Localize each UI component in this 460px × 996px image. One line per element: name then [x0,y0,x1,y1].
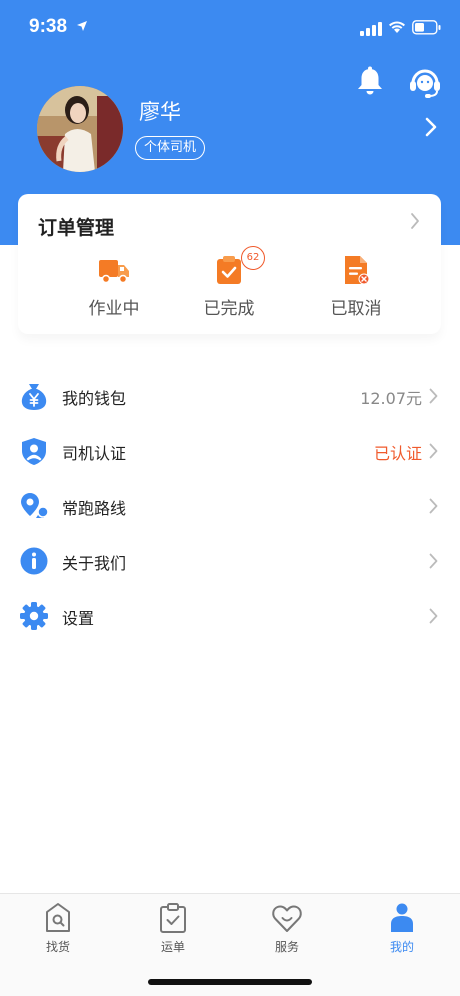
avatar[interactable] [37,86,123,172]
person-icon [391,903,413,932]
menu-item-frequent-routes[interactable]: 常跑路线 [0,478,460,533]
route-pin-icon [21,493,49,518]
chevron-right-icon [429,443,438,459]
menu-item-about-us-label: 关于我们 [62,554,127,573]
menu-item-frequent-routes-label: 常跑路线 [62,499,127,518]
avatar-photo [37,86,123,172]
tab-mine[interactable]: 我的 [362,902,442,962]
profile-chevron-right-icon[interactable] [425,117,437,137]
tab-service-label: 服务 [274,940,299,954]
order-completed[interactable]: 62 已完成 [179,246,279,322]
shield-user-icon [22,438,46,465]
order-completed-label: 已完成 [203,299,255,319]
tab-mine-label: 我的 [389,940,414,954]
customer-service-button[interactable] [407,66,443,100]
menu-item-driver-verification-label: 司机认证 [62,444,127,463]
menu-item-driver-verification[interactable]: 司机认证 已认证 [0,423,460,478]
truck-icon [99,260,129,284]
chevron-right-icon [429,608,438,624]
tab-waybill-label: 运单 [160,940,185,954]
settings-menu: 我的钱包 12.07元 司机认证 已认证 常跑路线 关于我们 设置 [0,368,460,643]
order-management-title: 订单管理 [38,217,115,239]
driver-type-badge: 个体司机 [135,136,206,160]
clipboard-icon [160,903,186,933]
completed-count-badge: 62 [241,246,265,270]
wifi-icon [389,21,405,33]
tab-find-cargo-label: 找货 [45,940,70,954]
chevron-right-icon [429,553,438,569]
order-management-card: 订单管理 作业中 62 已完成 已取消 [18,194,441,334]
menu-item-about-us[interactable]: 关于我们 [0,533,460,588]
order-in-progress-label: 作业中 [88,299,140,319]
battery-icon [412,20,441,35]
info-icon [20,547,48,575]
notification-bell-button[interactable] [355,66,385,98]
document-cancel-icon [345,256,370,285]
home-indicator[interactable] [148,979,312,985]
tab-waybill[interactable]: 运单 [133,902,213,962]
menu-item-wallet-label: 我的钱包 [62,389,127,408]
heart-smile-icon [272,905,302,932]
wallet-balance: 12.07元 [360,389,422,408]
verification-status: 已认证 [373,444,422,463]
user-name: 廖华 [139,100,181,124]
search-bag-icon [46,903,70,932]
chevron-right-icon [429,388,438,404]
order-cancelled[interactable]: 已取消 [306,252,406,322]
order-in-progress[interactable]: 作业中 [64,252,164,322]
tab-service[interactable]: 服务 [247,902,327,962]
status-bar: 9:38 [0,0,460,56]
order-cancelled-label: 已取消 [330,299,382,319]
bell-icon [358,66,382,95]
menu-item-settings[interactable]: 设置 [0,588,460,643]
menu-item-wallet[interactable]: 我的钱包 12.07元 [0,368,460,423]
signal-icon [360,22,382,36]
gear-icon [20,602,48,630]
chevron-right-icon [429,498,438,514]
menu-item-settings-label: 设置 [62,609,95,628]
money-bag-icon [21,384,47,410]
headset-icon [410,69,440,98]
tab-find-cargo[interactable]: 找货 [18,902,98,962]
order-chevron-right-icon[interactable] [410,212,420,230]
location-arrow-icon [77,21,87,31]
status-time: 9:38 [29,16,68,37]
